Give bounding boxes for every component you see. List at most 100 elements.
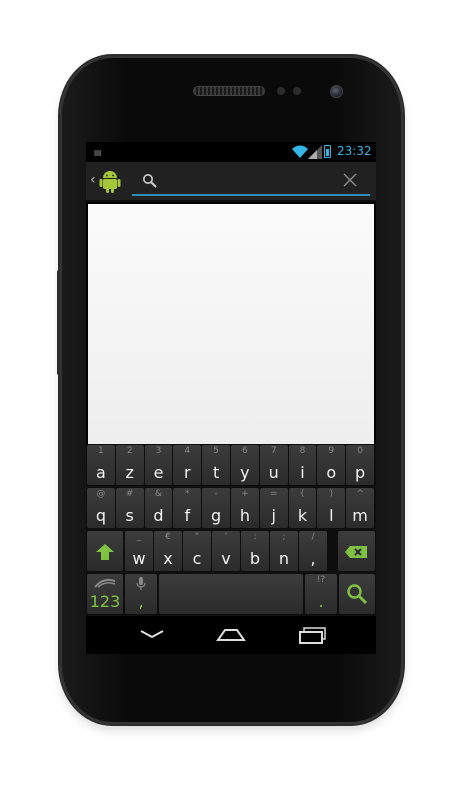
key-secondary-label: @ [96,489,106,499]
battery-icon [324,145,331,158]
key-o[interactable]: 9o [317,445,346,485]
android-icon[interactable] [99,168,121,194]
search-key[interactable] [339,574,375,614]
microphone-icon [136,577,146,590]
key-f[interactable]: * f [173,488,202,528]
key-s[interactable]: # s [115,488,144,528]
key-c[interactable]: " c [183,531,211,571]
key-b[interactable]: :b [241,531,269,571]
screen: ▤ 23:32 ‹ 1 a 2 z 3 e 4 r 5 t 6 y 7 u 8 … [86,142,376,654]
notification-icon: ▤ [94,148,102,157]
keyboard-row-1: 1a2z3e4r5t6y7u8i9o0p [86,444,376,486]
key-secondary-label: 6 [242,446,248,456]
key-secondary-label: 0 [357,446,363,456]
key-secondary-label: ^ [356,489,364,499]
keyboard-row-4: 123 , !? . [86,573,376,615]
key-q[interactable]: @ q [87,488,115,528]
swype-logo-icon [94,578,116,588]
backspace-key[interactable] [338,531,375,571]
key-label: r [184,463,191,482]
key-secondary-label: ( [300,489,305,499]
comma-mic-key[interactable]: , [125,574,157,614]
key-e[interactable]: 3e [144,445,173,485]
key-g[interactable]: -g [202,488,230,528]
status-bar: ▤ 23:32 [86,142,376,162]
key-n[interactable]: ; n [270,531,298,571]
key-label: z [125,463,134,482]
key-i[interactable]: 8i [288,445,317,485]
key-label: j [271,506,276,525]
key-comma[interactable]: /, [299,531,327,571]
key-label: d [153,506,164,525]
key-label: y [240,463,250,482]
key-m[interactable]: ^ m [346,488,374,528]
search-input[interactable] [164,172,334,192]
back-button-icon[interactable] [139,625,165,645]
key-label: g [211,506,222,525]
key-label: i [300,463,305,482]
key-t[interactable]: 5t [202,445,230,485]
key-v[interactable]: ' v [212,531,240,571]
key-x[interactable]: € x [154,531,182,571]
key-k[interactable]: (k [288,488,317,528]
back-chevron-icon[interactable]: ‹ [90,172,96,188]
key-label: m [352,506,368,525]
key-secondary-label: 4 [184,446,191,456]
proximity-sensor [277,87,285,95]
close-icon[interactable] [342,172,358,188]
space-key[interactable] [159,574,303,614]
key-p[interactable]: 0p [346,445,374,485]
key-secondary-label: ' [224,532,228,542]
key-label: p [355,463,366,482]
key-y[interactable]: 6y [231,445,259,485]
key-label: f [184,506,191,525]
key-secondary-label: * [185,489,190,499]
key-secondary-label: 2 [126,446,133,456]
key-secondary-label: " [194,532,200,542]
key-d[interactable]: & d [144,488,173,528]
wifi-icon [292,145,308,158]
key-a[interactable]: 1a [87,445,115,485]
key-label: c [192,549,202,568]
home-button-icon[interactable] [215,625,247,645]
key-secondary-label: / [311,532,315,542]
key-secondary-label: + [241,489,249,499]
key-l[interactable]: ) l [317,488,346,528]
signal-icon [308,145,322,159]
keyboard-row-2: @ q # s & d * f - g + h = j(k) l ^ m [86,487,376,529]
key-secondary-label: ; [282,532,286,542]
key-label: o [326,463,337,482]
key-r[interactable]: 4r [173,445,202,485]
keyboard-row-3: _ w € x " c ' v: b; n /, [86,530,376,572]
key-h[interactable]: + h [231,488,259,528]
key-j[interactable]: = j [259,488,288,528]
clock: 23:32 [337,144,372,158]
key-secondary-label: € [165,532,171,542]
key-z[interactable]: 2z [115,445,144,485]
key-label: q [95,506,106,525]
key-secondary-label: ) [329,489,334,499]
key-label: a [95,463,106,482]
front-camera [330,85,343,98]
action-bar: ‹ [86,162,376,202]
key-secondary-label: 5 [213,446,219,456]
key-label: v [221,549,231,568]
key-secondary-label: _ [136,532,142,542]
key-w[interactable]: _ w [125,531,153,571]
key-label: x [163,549,173,568]
key-label: , [310,549,316,568]
key-u[interactable]: 7u [259,445,288,485]
key-secondary-label: 9 [328,446,335,456]
navigation-bar [86,616,376,654]
key-secondary-label: # [125,489,134,499]
earpiece-speaker [193,86,265,96]
key-label: h [239,506,250,525]
search-field [132,170,370,196]
recent-apps-icon[interactable] [297,625,327,645]
period-key[interactable]: !? . [305,574,337,614]
symbols-key[interactable]: 123 [87,574,123,614]
key-label: l [329,506,334,525]
key-label: t [212,463,220,482]
key-secondary-label: : [253,532,257,542]
shift-key[interactable] [87,531,123,571]
